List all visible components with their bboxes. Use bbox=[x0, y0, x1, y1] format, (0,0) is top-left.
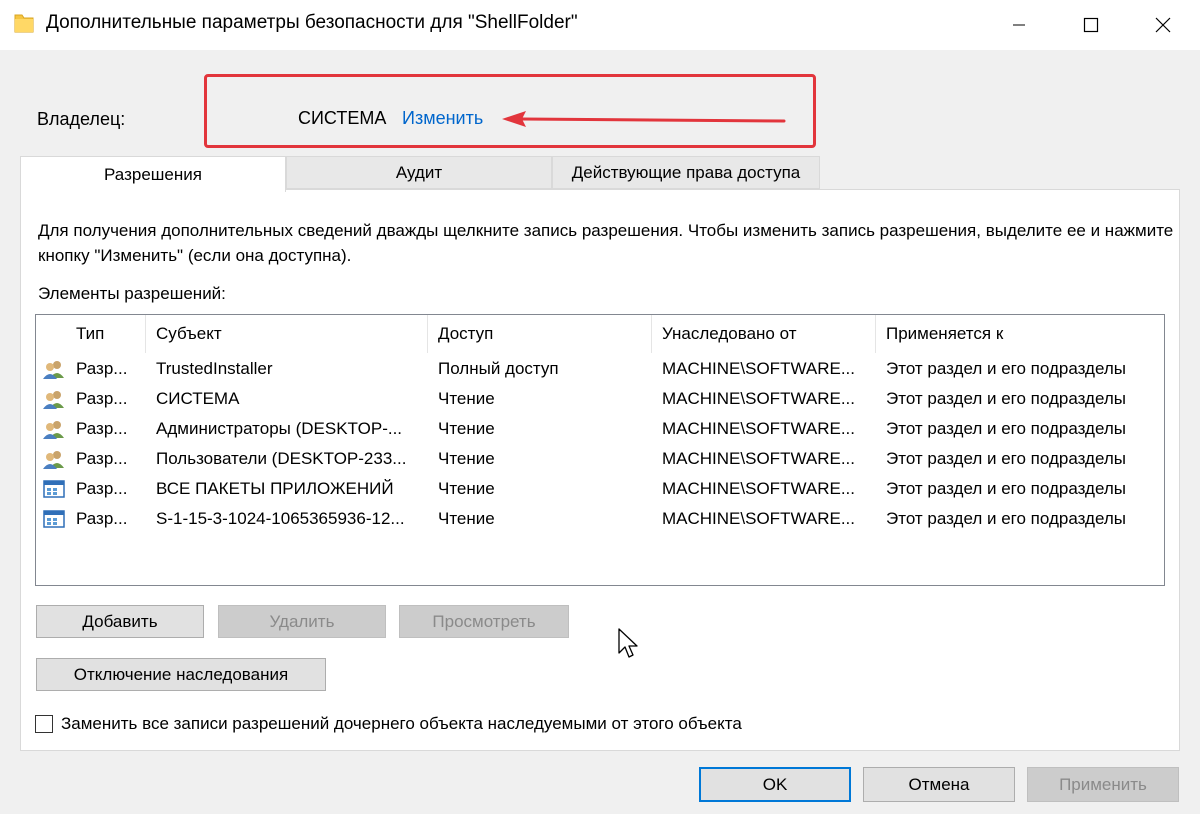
table-row[interactable]: Разр... Пользователи (DESKTOP-233... Чте… bbox=[36, 444, 1164, 474]
cell-type: Разр... bbox=[76, 389, 128, 408]
info-text: Для получения дополнительных сведений дв… bbox=[38, 221, 1174, 265]
cancel-button[interactable]: Отмена bbox=[863, 767, 1015, 802]
cell-type: Разр... bbox=[76, 419, 128, 438]
cell-applies-to: Этот раздел и его подразделы bbox=[886, 449, 1126, 468]
folder-icon bbox=[14, 14, 34, 33]
users-icon bbox=[43, 421, 64, 439]
tab-permissions[interactable]: Разрешения bbox=[20, 156, 286, 192]
table-row[interactable]: Разр... ВСЕ ПАКЕТЫ ПРИЛОЖЕНИЙ Чтение MAC… bbox=[36, 474, 1164, 504]
cell-applies-to: Этот раздел и его подразделы bbox=[886, 359, 1126, 378]
cell-subject: Администраторы (DESKTOP-... bbox=[156, 419, 403, 438]
table-row[interactable]: Разр... СИСТЕМА Чтение MACHINE\SOFTWARE.… bbox=[36, 384, 1164, 414]
close-button[interactable] bbox=[1128, 0, 1198, 50]
close-icon bbox=[1155, 17, 1171, 33]
cell-access: Чтение bbox=[438, 449, 495, 468]
cell-applies-to: Этот раздел и его подразделы bbox=[886, 509, 1126, 528]
cell-subject: ВСЕ ПАКЕТЫ ПРИЛОЖЕНИЙ bbox=[156, 479, 394, 498]
replace-child-permissions-label: Заменить все записи разрешений дочернего… bbox=[61, 714, 742, 733]
maximize-icon bbox=[1083, 17, 1099, 33]
table-row[interactable]: Разр... TrustedInstaller Полный доступ M… bbox=[36, 354, 1164, 384]
table-row[interactable]: Разр... Администраторы (DESKTOP-... Чтен… bbox=[36, 414, 1164, 444]
cell-inherited-from: MACHINE\SOFTWARE... bbox=[662, 509, 855, 528]
cell-inherited-from: MACHINE\SOFTWARE... bbox=[662, 389, 855, 408]
column-header-access[interactable]: Доступ bbox=[428, 315, 652, 353]
cell-access: Чтение bbox=[438, 509, 495, 528]
ok-button[interactable]: OK bbox=[699, 767, 851, 802]
title-bar[interactable]: Дополнительные параметры безопасности дл… bbox=[0, 0, 1200, 50]
column-header-inherited-from[interactable]: Унаследовано от bbox=[652, 315, 876, 353]
tab-strip: Разрешения Аудит Действующие права досту… bbox=[20, 156, 820, 192]
apply-button[interactable]: Применить bbox=[1027, 767, 1179, 802]
cell-applies-to: Этот раздел и его подразделы bbox=[886, 389, 1126, 408]
permission-entries-list[interactable]: Тип Субъект Доступ Унаследовано от Приме… bbox=[35, 314, 1165, 586]
owner-label: Владелец: bbox=[37, 109, 126, 129]
tab-audit[interactable]: Аудит bbox=[286, 156, 552, 189]
list-header: Тип Субъект Доступ Унаследовано от Приме… bbox=[36, 315, 1164, 353]
cell-subject: Пользователи (DESKTOP-233... bbox=[156, 449, 407, 468]
remove-button[interactable]: Удалить bbox=[218, 605, 386, 638]
users-icon bbox=[43, 391, 64, 409]
cell-type: Разр... bbox=[76, 359, 128, 378]
cell-inherited-from: MACHINE\SOFTWARE... bbox=[662, 479, 855, 498]
red-arrow-annotation bbox=[502, 111, 786, 127]
users-icon bbox=[43, 361, 64, 379]
cell-inherited-from: MACHINE\SOFTWARE... bbox=[662, 419, 855, 438]
security-dialog: Дополнительные параметры безопасности дл… bbox=[0, 0, 1200, 814]
tab-effective-access[interactable]: Действующие права доступа bbox=[552, 156, 820, 189]
cell-subject: СИСТЕМА bbox=[156, 389, 240, 408]
cell-inherited-from: MACHINE\SOFTWARE... bbox=[662, 359, 855, 378]
replace-child-permissions-checkbox[interactable] bbox=[35, 715, 53, 733]
cell-type: Разр... bbox=[76, 449, 128, 468]
cell-access: Полный доступ bbox=[438, 359, 559, 378]
column-header-applies-to[interactable]: Применяется к bbox=[876, 315, 1164, 353]
cell-access: Чтение bbox=[438, 419, 495, 438]
cell-access: Чтение bbox=[438, 479, 495, 498]
cell-type: Разр... bbox=[76, 509, 128, 528]
view-button[interactable]: Просмотреть bbox=[399, 605, 569, 638]
app-package-icon bbox=[43, 480, 65, 498]
cell-subject: S-1-15-3-1024-1065365936-12... bbox=[156, 509, 405, 528]
cell-subject: TrustedInstaller bbox=[156, 359, 273, 378]
app-package-icon bbox=[43, 510, 65, 528]
cell-type: Разр... bbox=[76, 479, 128, 498]
add-button[interactable]: Добавить bbox=[36, 605, 204, 638]
maximize-button[interactable] bbox=[1056, 0, 1126, 50]
permission-entries-label: Элементы разрешений: bbox=[38, 284, 226, 303]
cell-access: Чтение bbox=[438, 389, 495, 408]
permissions-panel: Для получения дополнительных сведений дв… bbox=[20, 189, 1180, 751]
minimize-icon bbox=[1013, 24, 1025, 26]
window-title: Дополнительные параметры безопасности дл… bbox=[46, 12, 578, 33]
users-icon bbox=[43, 451, 64, 469]
column-header-type[interactable]: Тип bbox=[66, 315, 146, 353]
cell-inherited-from: MACHINE\SOFTWARE... bbox=[662, 449, 855, 468]
table-row[interactable]: Разр... S-1-15-3-1024-1065365936-12... Ч… bbox=[36, 504, 1164, 534]
mouse-cursor-icon bbox=[618, 628, 638, 658]
disable-inheritance-button[interactable]: Отключение наследования bbox=[36, 658, 326, 691]
cell-applies-to: Этот раздел и его подразделы bbox=[886, 419, 1126, 438]
cell-applies-to: Этот раздел и его подразделы bbox=[886, 479, 1126, 498]
replace-child-permissions-row[interactable]: Заменить все записи разрешений дочернего… bbox=[35, 712, 742, 736]
column-header-subject[interactable]: Субъект bbox=[146, 315, 428, 353]
minimize-button[interactable] bbox=[984, 0, 1054, 50]
